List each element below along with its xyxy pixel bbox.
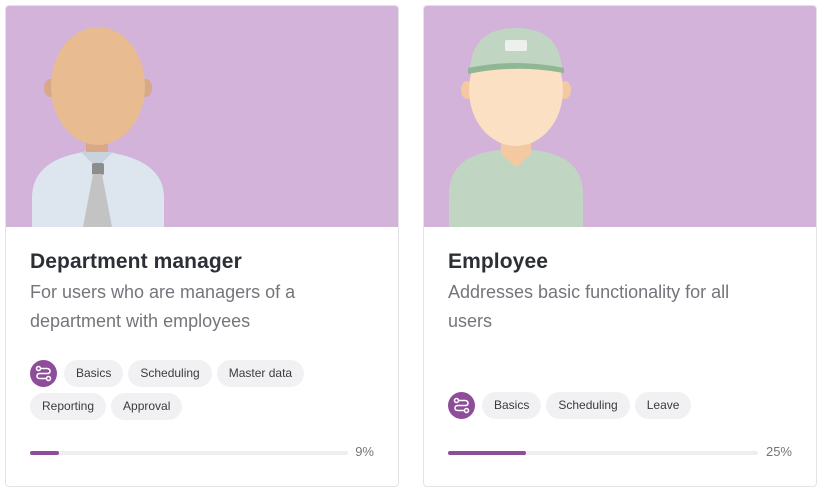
tag-scheduling: Scheduling — [128, 360, 212, 387]
route-icon — [448, 392, 475, 419]
progress-fill — [448, 451, 526, 455]
route-icon — [30, 360, 57, 387]
role-description: For users who are managers of a departme… — [30, 282, 296, 331]
tag-master-data: Master data — [216, 360, 305, 387]
role-card-employee[interactable]: Employee Addresses basic functionality f… — [423, 5, 817, 487]
role-card-department-manager[interactable]: Department manager For users who are man… — [5, 5, 399, 487]
tag-leave: Leave — [634, 392, 692, 419]
progress-percent: 25% — [765, 444, 792, 459]
role-title: Employee — [448, 250, 549, 273]
role-banner — [6, 6, 398, 227]
role-description: Addresses basic functionality for all us… — [448, 282, 730, 331]
tag-list: Basics Scheduling Master data Reporting … — [30, 360, 360, 426]
employee-avatar-illustration — [449, 28, 583, 227]
tag-reporting: Reporting — [30, 393, 107, 420]
progress-percent: 9% — [355, 444, 374, 459]
tag-list: Basics Scheduling Leave — [448, 392, 788, 425]
manager-avatar-illustration — [32, 27, 164, 227]
role-banner — [424, 6, 816, 227]
tag-scheduling: Scheduling — [546, 392, 630, 419]
progress-bar — [30, 451, 348, 455]
tag-approval: Approval — [111, 393, 183, 420]
role-title: Department manager — [30, 250, 242, 273]
progress-fill — [30, 451, 59, 455]
progress-bar — [448, 451, 758, 455]
tag-basics: Basics — [482, 392, 542, 419]
tag-basics: Basics — [64, 360, 124, 387]
